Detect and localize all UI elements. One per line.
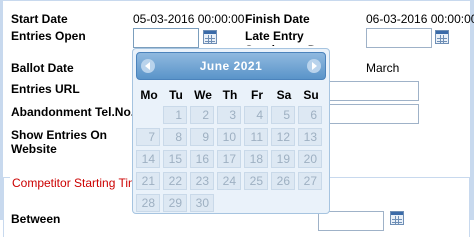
ballot-date-label: Ballot Date bbox=[11, 61, 74, 75]
datepicker-popup: June 2021 Mo Tu We Th Fr Sa Su 1 2 3 4 5 6 7 8 9 10 11 12… bbox=[132, 48, 330, 214]
weekday-header: Sa bbox=[276, 88, 292, 102]
weekday-header: Fr bbox=[251, 88, 263, 102]
entries-url-label: Entries URL bbox=[11, 82, 80, 96]
datepicker-header: June 2021 bbox=[136, 52, 326, 80]
calendar-day[interactable]: 10 bbox=[217, 128, 241, 146]
datepicker-days: 1 2 3 4 5 6 7 8 9 10 11 12 13 14 15 16 17 18 19 20 21 22 23 24 2… bbox=[136, 106, 326, 216]
calendar-day[interactable]: 14 bbox=[136, 150, 160, 168]
between-label: Between bbox=[11, 212, 61, 226]
calendar-day[interactable]: 16 bbox=[190, 150, 214, 168]
finish-date-value: 06-03-2016 00:00:00 bbox=[366, 12, 474, 26]
calendar-day[interactable]: 4 bbox=[244, 106, 268, 124]
entries-open-label: Entries Open bbox=[11, 29, 86, 43]
calendar-day[interactable]: 8 bbox=[163, 128, 187, 146]
calendar-day[interactable]: 5 bbox=[271, 106, 295, 124]
weekday-header: Tu bbox=[169, 88, 183, 102]
late-entry-label-wrap: Late Entry Surcharge Date bbox=[245, 29, 357, 46]
calendar-day[interactable]: 19 bbox=[271, 150, 295, 168]
start-date-value: 05-03-2016 00:00:00 bbox=[133, 12, 245, 26]
calendar-day[interactable]: 7 bbox=[136, 128, 160, 146]
show-entries-label-line2: Website bbox=[11, 142, 57, 156]
calendar-day[interactable]: 22 bbox=[163, 172, 187, 190]
calendar-day[interactable]: 18 bbox=[244, 150, 268, 168]
calendar-day[interactable]: 30 bbox=[190, 194, 214, 212]
datepicker-title: June 2021 bbox=[199, 59, 263, 73]
calendar-day[interactable]: 1 bbox=[163, 106, 187, 124]
entries-url-input[interactable] bbox=[318, 81, 419, 101]
late-entry-label: Late Entry Surcharge Date bbox=[245, 29, 334, 46]
calendar-day[interactable]: 2 bbox=[190, 106, 214, 124]
entries-open-input[interactable] bbox=[133, 28, 199, 48]
frame-border-top bbox=[3, 0, 470, 1]
ballot-date-partial: March bbox=[366, 61, 400, 75]
weekday-header: We bbox=[194, 88, 212, 102]
start-date-label: Start Date bbox=[11, 12, 68, 26]
calendar-day[interactable]: 25 bbox=[244, 172, 268, 190]
calendar-day[interactable]: 17 bbox=[217, 150, 241, 168]
calendar-day[interactable]: 6 bbox=[298, 106, 322, 124]
calendar-icon[interactable] bbox=[390, 211, 404, 225]
finish-date-label: Finish Date bbox=[245, 12, 310, 26]
calendar-day[interactable]: 26 bbox=[271, 172, 295, 190]
calendar-day[interactable]: 9 bbox=[190, 128, 214, 146]
calendar-day[interactable]: 20 bbox=[298, 150, 322, 168]
frame-border-right bbox=[470, 0, 474, 220]
calendar-day[interactable]: 29 bbox=[163, 194, 187, 212]
weekday-header: Mo bbox=[140, 88, 158, 102]
calendar-day[interactable]: 27 bbox=[298, 172, 322, 190]
calendar-day[interactable]: 24 bbox=[217, 172, 241, 190]
chevron-right-icon[interactable] bbox=[307, 59, 321, 73]
abandonment-label: Abandonment Tel.No. bbox=[11, 105, 135, 119]
calendar-day[interactable]: 28 bbox=[136, 194, 160, 212]
calendar-day[interactable]: 15 bbox=[163, 150, 187, 168]
calendar-icon[interactable] bbox=[203, 30, 217, 44]
calendar-day[interactable]: 21 bbox=[136, 172, 160, 190]
calendar-day[interactable]: 3 bbox=[217, 106, 241, 124]
weekday-header: Su bbox=[303, 88, 319, 102]
between-start-input[interactable] bbox=[318, 211, 384, 231]
show-entries-label-line1: Show Entries On bbox=[11, 128, 108, 142]
calendar-day[interactable]: 12 bbox=[271, 128, 295, 146]
calendar-day[interactable]: 23 bbox=[190, 172, 214, 190]
calendar-icon[interactable] bbox=[435, 30, 449, 44]
competitor-legend: Competitor Starting Time bbox=[10, 176, 147, 190]
calendar-day[interactable]: 11 bbox=[244, 128, 268, 146]
weekday-header: Th bbox=[222, 88, 238, 102]
abandonment-input[interactable] bbox=[318, 104, 419, 124]
datepicker-weekdays: Mo Tu We Th Fr Sa Su bbox=[136, 84, 326, 106]
calendar-day[interactable]: 13 bbox=[298, 128, 322, 146]
late-entry-input[interactable] bbox=[366, 28, 432, 48]
